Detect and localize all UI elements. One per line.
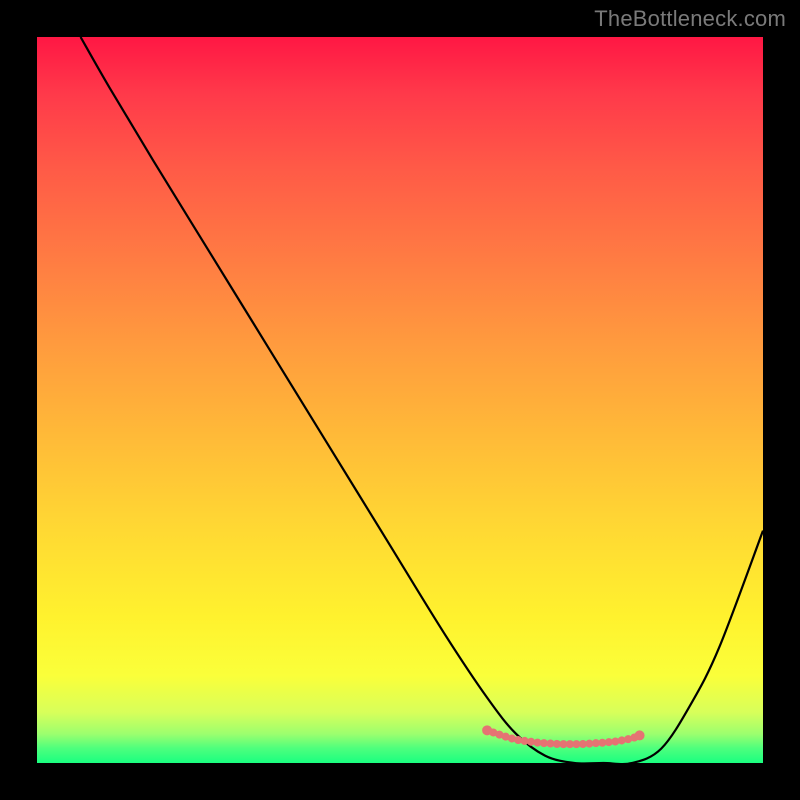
valley-dot-strip — [487, 730, 639, 744]
watermark-text: TheBottleneck.com — [594, 6, 786, 32]
plot-area — [37, 37, 763, 763]
chart-svg — [37, 37, 763, 763]
chart-frame: TheBottleneck.com — [0, 0, 800, 800]
valley-marker-group — [482, 725, 644, 744]
valley-dot — [482, 725, 492, 735]
bottleneck-curve — [81, 37, 763, 763]
valley-dot — [635, 730, 645, 740]
